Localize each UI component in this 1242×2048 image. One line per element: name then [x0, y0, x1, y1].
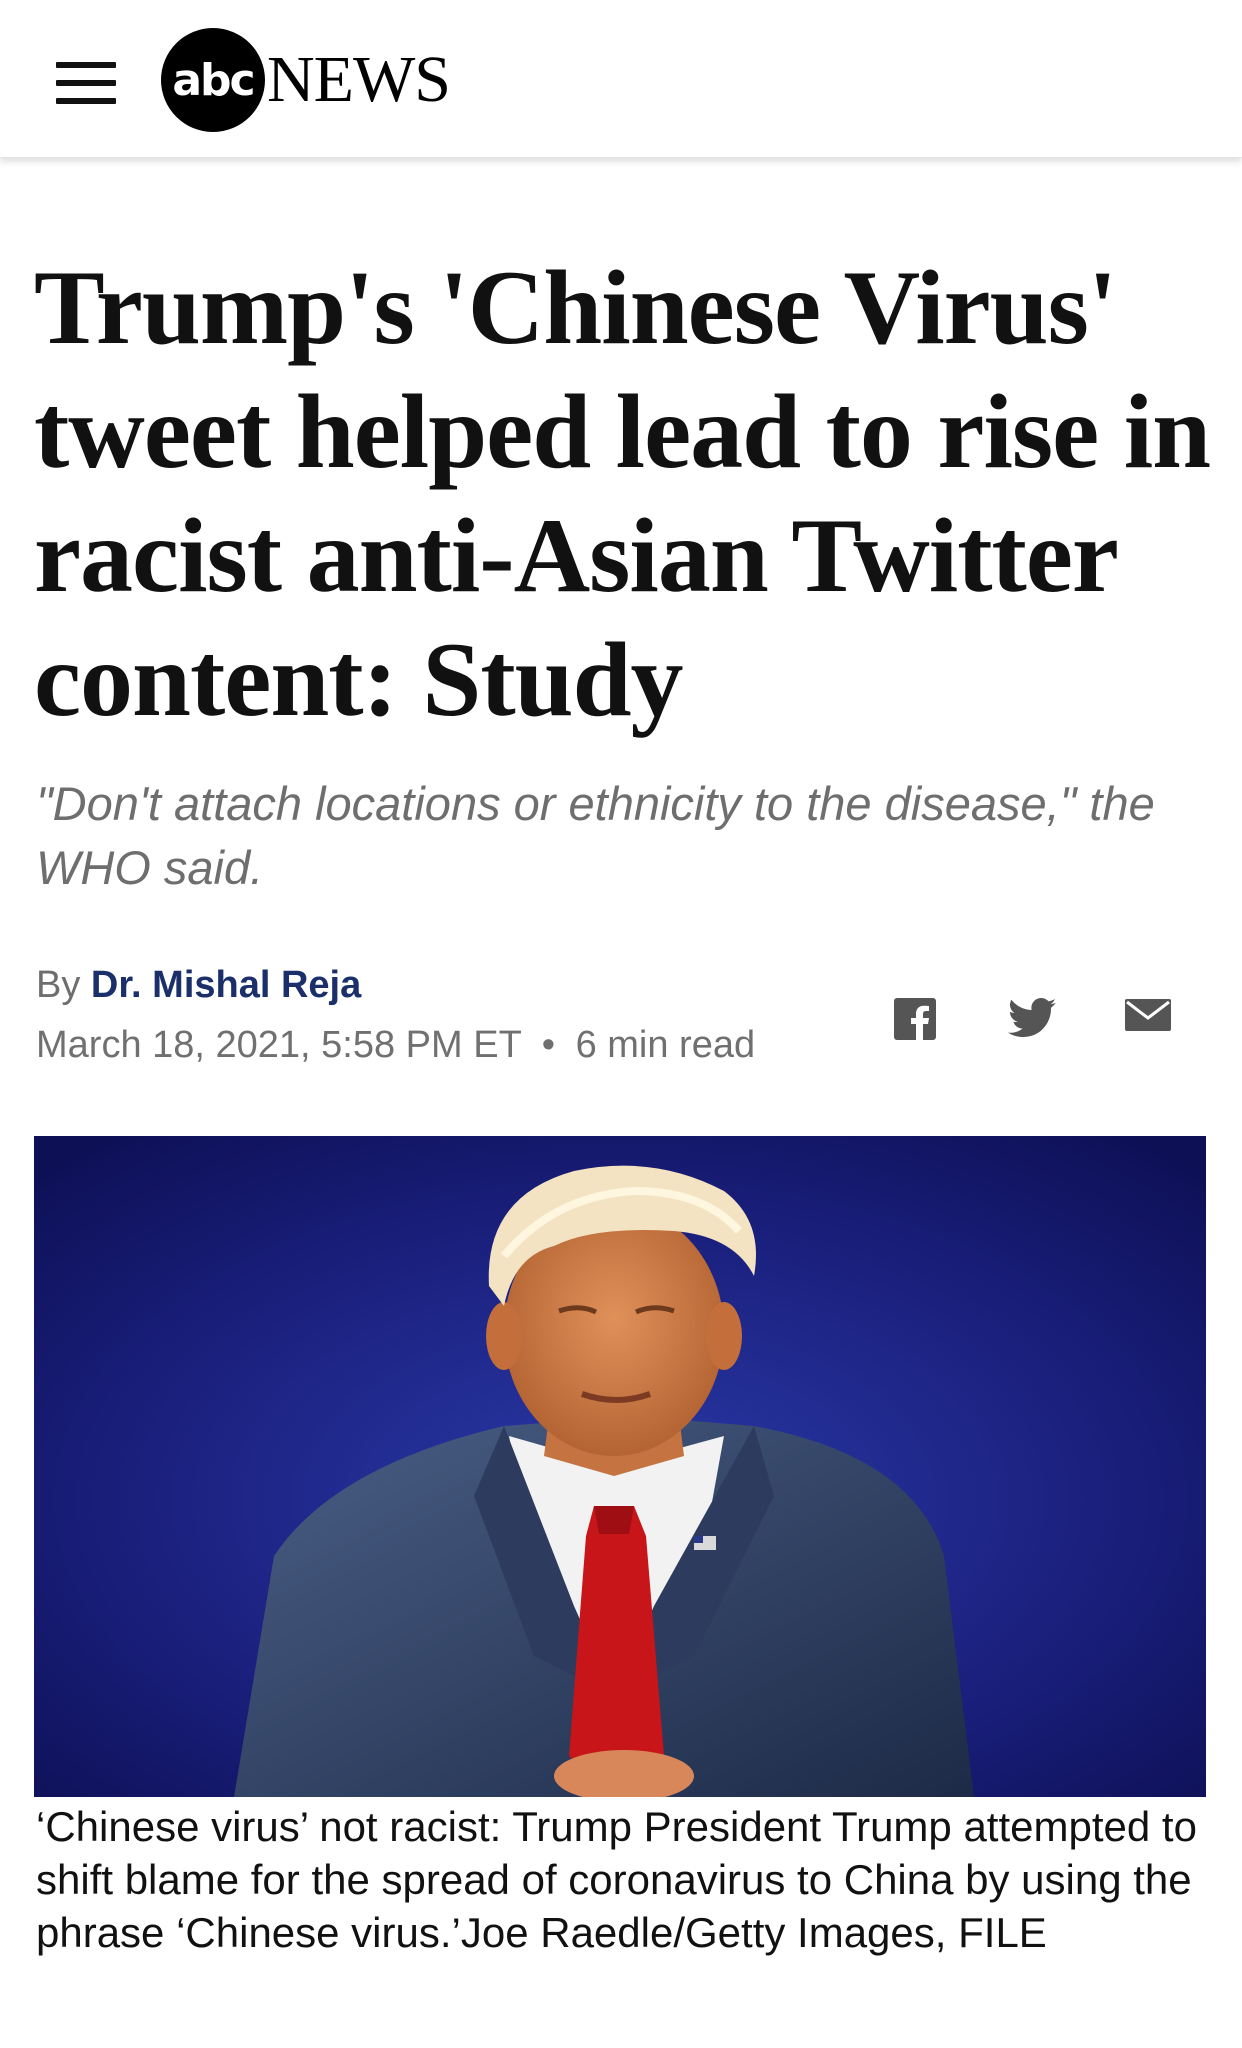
image-caption: ‘Chinese virus’ not racist: Trump Presid…: [36, 1803, 1197, 1956]
news-wordmark: NEWS: [267, 43, 451, 116]
author-link[interactable]: Dr. Mishal Reja: [91, 964, 361, 1006]
article-subheadline: "Don't attach locations or ethnicity to …: [36, 777, 1155, 894]
hero-photo-illustration: [34, 1136, 1206, 1797]
abc-logo-circle: abc: [161, 28, 265, 132]
facebook-icon[interactable]: [894, 998, 936, 1045]
abc-news-logo[interactable]: abc NEWS: [161, 28, 451, 132]
byline: By Dr. Mishal Reja: [36, 964, 361, 1007]
meta-separator: •: [541, 1024, 555, 1066]
twitter-icon[interactable]: [1008, 998, 1056, 1043]
article-headline: Trump's 'Chinese Virus' tweet helped lea…: [34, 249, 1211, 738]
email-icon[interactable]: [1124, 998, 1172, 1037]
dateline: March 18, 2021, 5:58 PM ET • 6 min read: [36, 1024, 755, 1067]
site-header: abc NEWS: [0, 0, 1242, 158]
read-time: 6 min read: [575, 1024, 756, 1066]
publish-date: March 18, 2021, 5:58 PM ET: [36, 1024, 522, 1066]
hamburger-menu-icon[interactable]: [56, 62, 116, 104]
article-hero-image: [34, 1136, 1206, 1797]
byline-prefix: By: [36, 964, 81, 1006]
